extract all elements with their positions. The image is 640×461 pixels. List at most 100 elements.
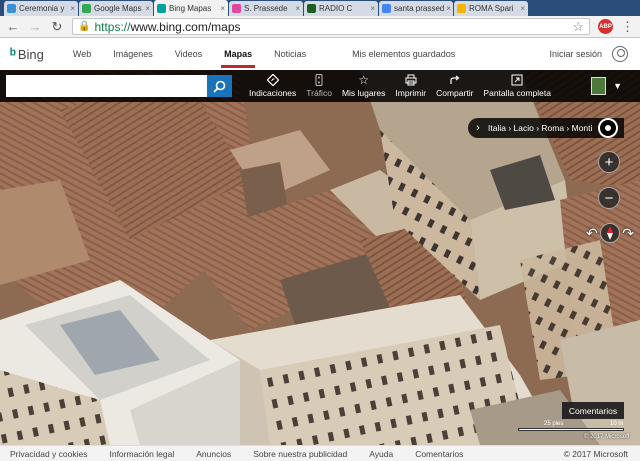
browser-tab[interactable]: Ceremonia y × <box>4 1 78 16</box>
tool-star[interactable]: ☆ Mis lugares <box>337 70 390 102</box>
reload-icon[interactable]: ↻ <box>50 19 64 35</box>
header-nav-item[interactable]: Mapas <box>213 38 263 70</box>
search-icon <box>213 80 226 93</box>
footer-copyright: © 2017 Microsoft <box>563 448 628 459</box>
forward-icon[interactable]: → <box>28 19 42 34</box>
tab-close-icon[interactable]: × <box>368 4 375 13</box>
tab-label: Bing Mapas <box>169 3 212 13</box>
compass-control: ↶ ↷ <box>586 220 634 246</box>
rotate-right-icon[interactable]: ↷ <box>622 225 634 242</box>
saved-items-link[interactable]: Mis elementos guardados <box>341 38 466 70</box>
tool-fullscreen[interactable]: Pantalla completa <box>478 70 556 102</box>
tab-close-icon[interactable]: × <box>518 4 525 13</box>
tab-label: RADIO C <box>319 4 353 13</box>
browser-tab[interactable]: ROMA Spari × <box>454 1 528 16</box>
bing-logo-icon: ᵇ <box>10 45 16 63</box>
tool-label: Compartir <box>436 88 474 98</box>
footer-link[interactable]: Anuncios <box>196 449 231 459</box>
header-nav-item[interactable]: Noticias <box>263 38 317 70</box>
minus-icon: − <box>604 189 614 207</box>
tab-label: Google Maps <box>94 4 142 13</box>
locate-me-icon[interactable] <box>598 118 618 138</box>
map-search-input[interactable] <box>6 75 207 97</box>
tool-label: Pantalla completa <box>483 88 551 98</box>
bing-logo[interactable]: ᵇ Bing <box>10 46 44 63</box>
header-nav-item[interactable]: Imágenes <box>102 38 164 70</box>
browser-tab[interactable]: santa prassed × <box>379 1 453 16</box>
footer-link[interactable]: Ayuda <box>369 449 393 459</box>
tool-directions[interactable]: Indicaciones <box>244 70 301 102</box>
tab-favicon-icon <box>7 4 16 13</box>
tab-close-icon[interactable]: × <box>68 4 75 13</box>
share-icon <box>449 74 461 86</box>
tab-close-icon[interactable]: × <box>218 4 225 13</box>
tab-label: santa prassed <box>394 4 445 13</box>
tab-close-icon[interactable]: × <box>293 4 300 13</box>
tab-favicon-icon <box>157 3 166 13</box>
tool-print[interactable]: Imprimir <box>390 70 431 102</box>
adblock-icon[interactable]: ABP <box>598 19 613 34</box>
fullscreen-icon <box>511 74 523 86</box>
tab-label: S. Prassede <box>244 4 288 13</box>
rotate-left-icon[interactable]: ↶ <box>586 225 598 242</box>
map-tools: Indicaciones Tráfico ☆ Mis lugares Imprimir C… <box>244 70 556 102</box>
scale-bar: 25 pies 10 m <box>518 421 628 433</box>
tool-label: Indicaciones <box>249 88 297 98</box>
browser-tab[interactable]: Bing Mapas × <box>154 0 228 16</box>
lock-icon: 🔒 <box>78 21 91 32</box>
tool-share[interactable]: Compartir <box>431 70 478 102</box>
tab-label: Ceremonia y <box>19 4 65 13</box>
compass-needle-icon[interactable] <box>600 223 620 243</box>
tab-favicon-icon <box>82 4 91 13</box>
browser-toolbar: ← → ↻ 🔒 https:// www.bing.com/maps ☆ ABP… <box>0 16 640 38</box>
scale-line <box>518 428 624 431</box>
browser-tab[interactable]: RADIO C × <box>304 1 378 16</box>
tool-label: Mis lugares <box>341 88 386 98</box>
footer-link[interactable]: Privacidad y cookies <box>10 449 87 459</box>
signin-link[interactable]: Iniciar sesión <box>549 49 602 59</box>
star-icon: ☆ <box>358 73 370 87</box>
breadcrumb-text: Italia › Lacio › Roma › Monti <box>488 123 593 133</box>
header-nav-item[interactable]: Videos <box>164 38 213 70</box>
tab-favicon-icon <box>382 4 391 13</box>
tab-favicon-icon <box>457 4 466 13</box>
url-text: www.bing.com/maps <box>130 19 241 34</box>
address-bar[interactable]: 🔒 https:// www.bing.com/maps ☆ <box>72 18 590 35</box>
tool-traffic[interactable]: Tráfico <box>301 70 337 102</box>
browser-tab-strip: Ceremonia y × Google Maps × Bing Mapas × S. Pr… <box>0 0 640 16</box>
browser-menu-icon[interactable]: ⋮ <box>621 19 634 35</box>
chevron-right-icon: › <box>476 122 480 134</box>
print-icon <box>405 74 417 86</box>
url-scheme: https:// <box>94 19 131 34</box>
browser-tab[interactable]: S. Prassede × <box>229 1 303 16</box>
footer-link[interactable]: Comentarios <box>415 449 463 459</box>
scale-label-feet: 25 pies <box>544 421 564 427</box>
tab-close-icon[interactable]: × <box>143 4 150 13</box>
map-style-caret-icon[interactable]: ▼ <box>613 81 622 91</box>
footer-link[interactable]: Información legal <box>109 449 174 459</box>
user-avatar-icon[interactable] <box>612 46 628 62</box>
bing-header: ᵇ Bing Web Imágenes Videos Mapas Noticias Mi… <box>0 38 640 70</box>
bing-logo-text: Bing <box>17 46 44 62</box>
scale-label-meters: 10 m <box>610 421 624 427</box>
tool-label: Tráfico <box>306 88 332 98</box>
tool-label: Imprimir <box>395 88 427 98</box>
tab-close-icon[interactable]: × <box>444 4 451 13</box>
directions-icon <box>266 74 279 86</box>
footer-link[interactable]: Sobre nuestra publicidad <box>253 449 347 459</box>
feedback-button[interactable]: Comentarios <box>562 402 624 419</box>
tab-label: ROMA Spari <box>469 4 514 13</box>
map-copyright: © 2017 Microsoft <box>584 434 630 440</box>
header-nav-item[interactable]: Web <box>62 38 102 70</box>
page-footer: Privacidad y cookies Información legal Anu… <box>0 445 640 461</box>
zoom-in-button[interactable]: + <box>598 151 620 173</box>
browser-tab[interactable]: Google Maps × <box>79 1 153 16</box>
map-style-thumbnail[interactable] <box>591 77 607 95</box>
plus-icon: + <box>604 153 614 171</box>
zoom-out-button[interactable]: − <box>598 187 620 209</box>
bookmark-star-icon[interactable]: ☆ <box>572 19 584 35</box>
header-nav: Web Imágenes Videos Mapas Noticias <box>62 38 317 70</box>
tab-favicon-icon <box>232 4 241 13</box>
search-button[interactable] <box>207 75 232 97</box>
back-icon[interactable]: ← <box>6 19 20 34</box>
